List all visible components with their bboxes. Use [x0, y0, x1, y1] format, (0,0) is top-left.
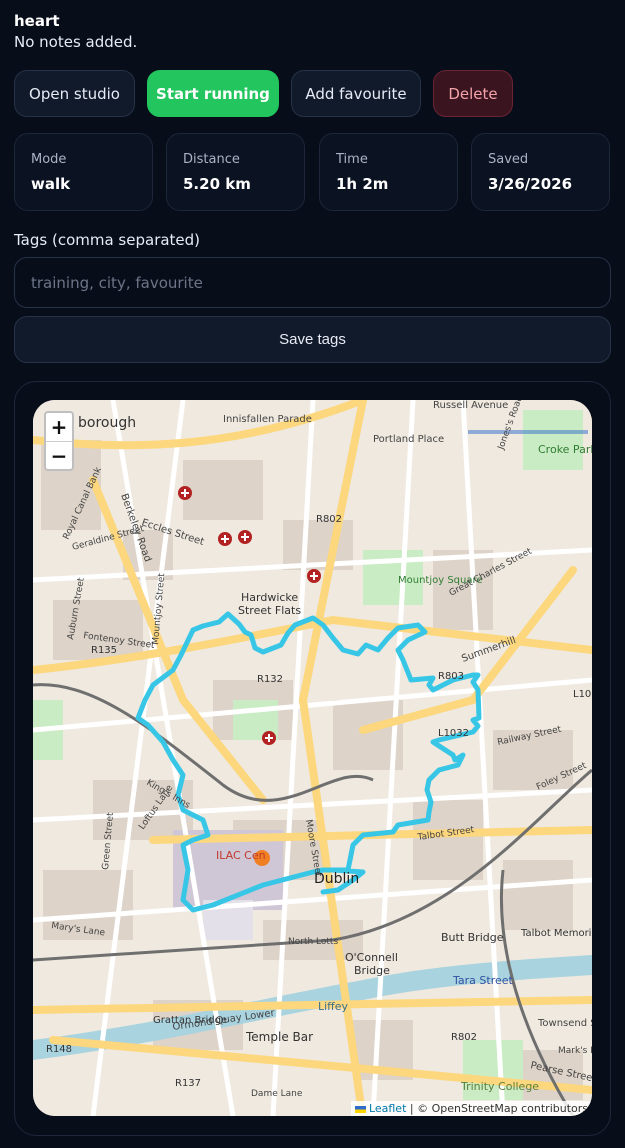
open-studio-button[interactable]: Open studio [14, 70, 135, 117]
map-label: Russell Avenue [433, 400, 508, 411]
map-attribution: Leaflet | © OpenStreetMap contributors [350, 1101, 592, 1116]
map-label: ILAC Cen [216, 849, 266, 862]
map-label: borough [78, 415, 136, 431]
ukraine-flag-icon [354, 1105, 366, 1113]
map-label: R148 [46, 1044, 72, 1055]
zoom-control: + − [44, 411, 74, 471]
map-label: R802 [316, 514, 342, 525]
map-label: North Lotts [288, 937, 338, 947]
zoom-out-button[interactable]: − [46, 442, 72, 470]
map-label: Trinity College [460, 1080, 539, 1093]
map-label: Dame Lane [251, 1089, 303, 1099]
map-label: Dublin [314, 871, 359, 887]
stat-label: Saved [488, 152, 529, 167]
route-notes: No notes added. [14, 33, 138, 51]
stat-distance: Distance 5.20 km [166, 133, 305, 211]
tags-input[interactable] [14, 257, 611, 308]
stat-value: 3/26/2026 [488, 175, 573, 193]
stat-saved: Saved 3/26/2026 [471, 133, 610, 211]
map-label: Hardwicke [241, 591, 298, 604]
stat-time: Time 1h 2m [319, 133, 458, 211]
stat-value: 5.20 km [183, 175, 251, 193]
tags-label: Tags (comma separated) [14, 231, 201, 249]
map-label: L10 [573, 689, 591, 700]
map-label: Townsend Street [537, 1018, 592, 1029]
map-label: Tara Street [452, 974, 514, 987]
route-map[interactable]: borough Innisfallen Parade Russell Avenu… [33, 400, 592, 1116]
map-label: R803 [438, 671, 464, 682]
map-tiles[interactable]: borough Innisfallen Parade Russell Avenu… [33, 400, 592, 1116]
map-label: Street Flats [238, 604, 301, 617]
map-label: Grattan Bridge [153, 1015, 227, 1026]
stat-label: Time [336, 152, 368, 167]
stat-label: Distance [183, 152, 240, 167]
map-label: Croke Park [538, 443, 592, 456]
delete-button[interactable]: Delete [433, 70, 513, 117]
map-label: Portland Place [373, 434, 444, 445]
map-label: R137 [175, 1078, 201, 1089]
map-label: Bridge [354, 964, 390, 977]
map-label: Butt Bridge [441, 931, 504, 944]
osm-attribution: | © OpenStreetMap contributors [409, 1102, 588, 1115]
stat-mode: Mode walk [14, 133, 153, 211]
stat-value: 1h 2m [336, 175, 389, 193]
stat-label: Mode [31, 152, 67, 167]
map-label: Innisfallen Parade [223, 414, 312, 425]
stat-value: walk [31, 175, 71, 193]
map-label: Liffey [318, 1000, 349, 1013]
route-title: heart [14, 12, 60, 30]
map-label: O'Connell [345, 951, 398, 964]
add-favourite-button[interactable]: Add favourite [291, 70, 421, 117]
zoom-in-button[interactable]: + [46, 413, 72, 442]
save-tags-button[interactable]: Save tags [14, 316, 611, 363]
map-label: Temple Bar [245, 1030, 313, 1044]
map-label: R132 [257, 674, 283, 685]
map-label: R802 [451, 1032, 477, 1043]
leaflet-link[interactable]: Leaflet [369, 1102, 406, 1115]
map-label: Mark's Lane [558, 1046, 592, 1056]
map-label: Talbot Memorial Bridge [520, 928, 592, 939]
start-running-button[interactable]: Start running [147, 70, 279, 117]
map-label: R135 [91, 645, 117, 656]
map-label: L1032 [438, 728, 469, 739]
